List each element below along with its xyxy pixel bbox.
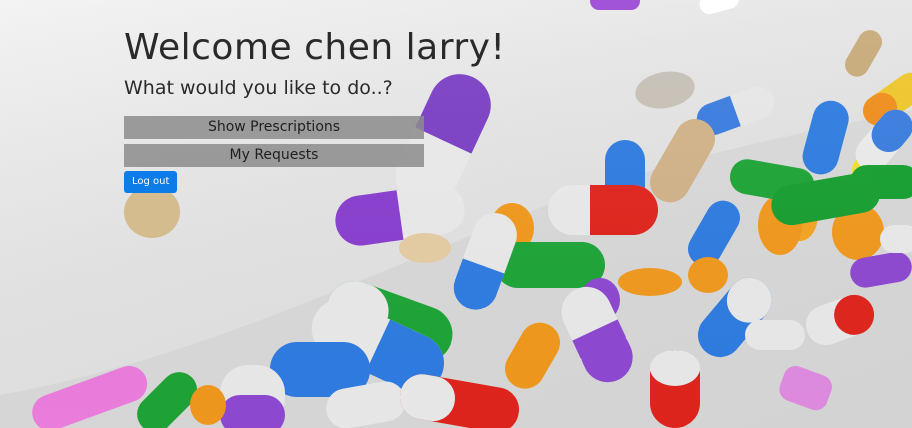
show-prescriptions-button[interactable]: Show Prescriptions (124, 116, 424, 139)
my-requests-button[interactable]: My Requests (124, 144, 424, 167)
logout-button[interactable]: Log out (124, 171, 178, 193)
main-panel: Welcome chen larry! What would you like … (124, 26, 505, 193)
page-subtitle: What would you like to do..? (124, 77, 393, 99)
page-title: Welcome chen larry! (124, 27, 506, 68)
